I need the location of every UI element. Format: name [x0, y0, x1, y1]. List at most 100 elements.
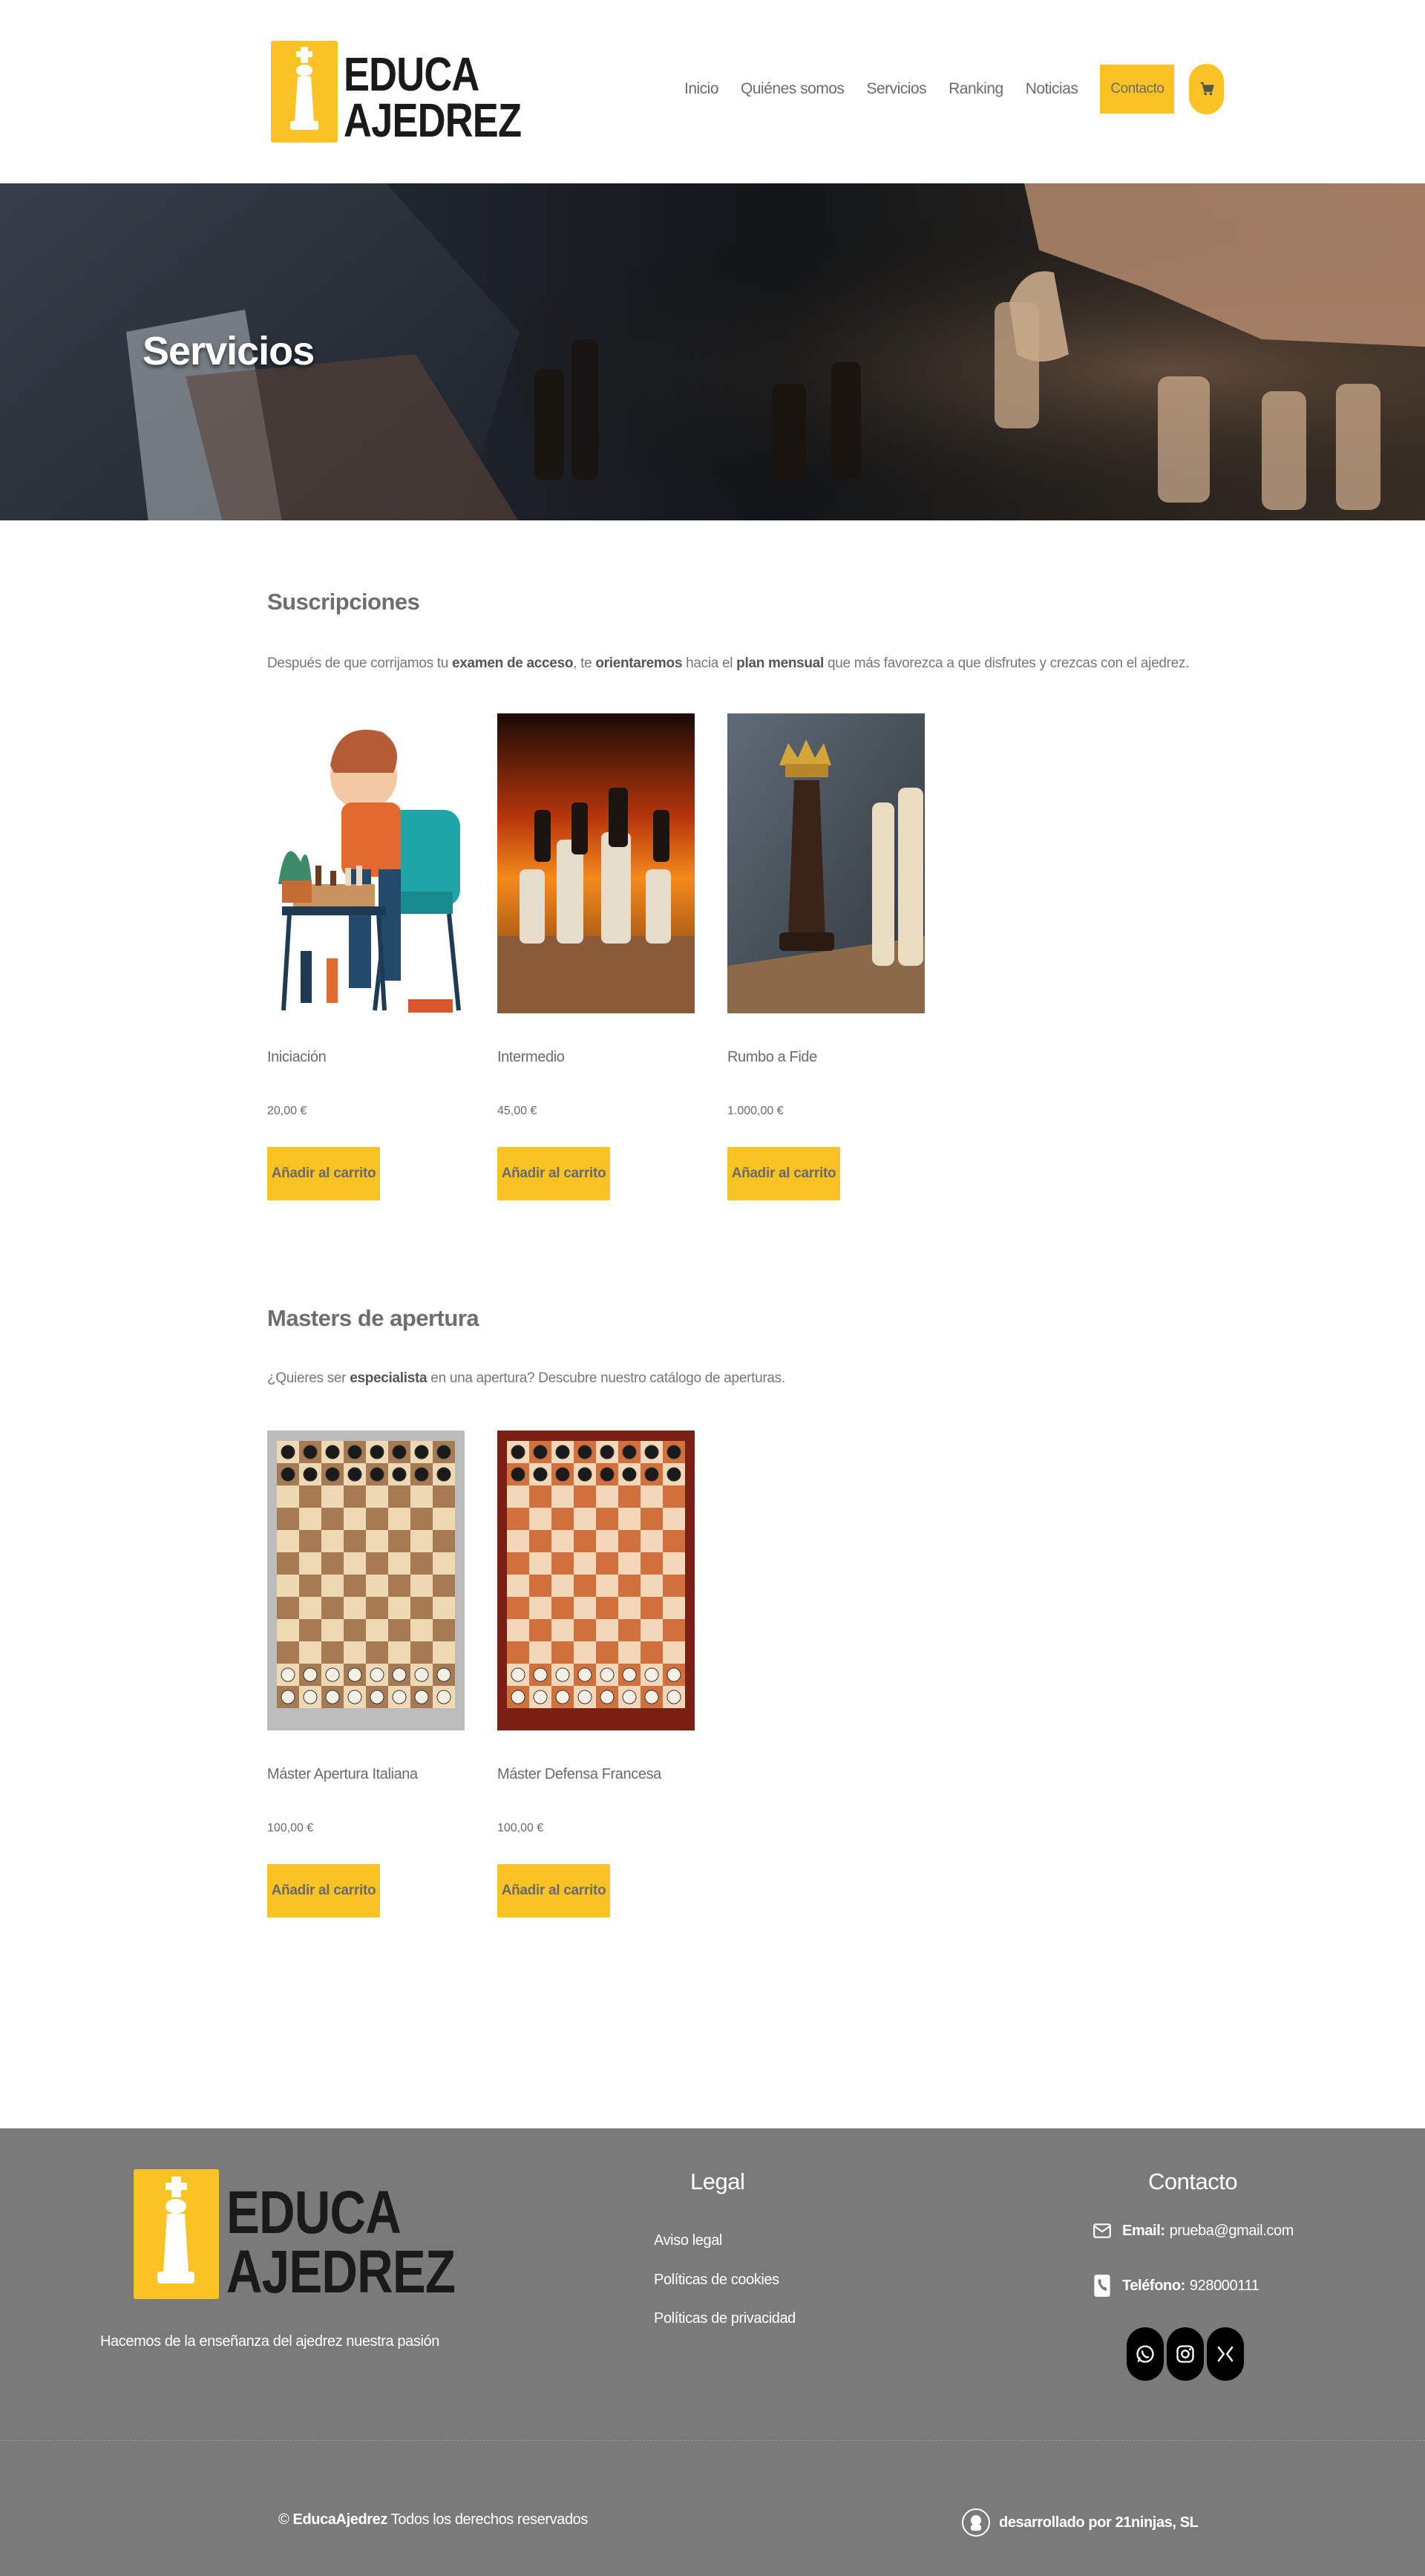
- footer-logo[interactable]: EDUCA AJEDREZ: [134, 2169, 456, 2306]
- board-square: [551, 1508, 574, 1530]
- add-to-cart-button[interactable]: Añadir al carrito: [497, 1147, 610, 1200]
- board-square: [410, 1530, 433, 1552]
- board-square: [299, 1619, 321, 1641]
- legal-link-cookies[interactable]: Políticas de cookies: [654, 2272, 779, 2289]
- board-square: [507, 1530, 529, 1552]
- legal-link-privacy[interactable]: Políticas de privacidad: [654, 2310, 796, 2327]
- nav-servicios[interactable]: Servicios: [866, 80, 926, 98]
- board-square: [299, 1597, 321, 1619]
- nav-noticias[interactable]: Noticias: [1026, 80, 1078, 98]
- chess-piece: [666, 1467, 681, 1482]
- product-price: 20,00 €: [267, 1105, 307, 1117]
- board-square: [663, 1552, 685, 1575]
- board-square: [574, 1619, 596, 1641]
- product-name[interactable]: Rumbo a Fide: [727, 1049, 817, 1066]
- board-square: [641, 1530, 663, 1552]
- contact-email[interactable]: Email: prueba@gmail.com: [1092, 2221, 1294, 2240]
- chess-piece: [555, 1667, 570, 1682]
- chess-piece: [303, 1445, 318, 1459]
- cart-button[interactable]: [1189, 64, 1225, 114]
- board-square: [618, 1619, 641, 1641]
- board-square: [529, 1597, 551, 1619]
- add-to-cart-button[interactable]: Añadir al carrito: [267, 1864, 380, 1918]
- board-square: [596, 1575, 618, 1597]
- developer-credit[interactable]: desarrollado por 21ninjas, SL: [962, 2508, 1199, 2537]
- board-square: [321, 1552, 344, 1575]
- board-square: [663, 1619, 685, 1641]
- hero-banner: Servicios: [0, 183, 1425, 523]
- legal-link-aviso[interactable]: Aviso legal: [654, 2232, 722, 2249]
- board-square: [529, 1552, 551, 1575]
- add-to-cart-button[interactable]: Añadir al carrito: [497, 1864, 610, 1918]
- board-square: [299, 1575, 321, 1597]
- product-image[interactable]: [497, 713, 695, 1013]
- whatsapp-button[interactable]: [1127, 2327, 1164, 2381]
- copyright: © EducaAjedrez Todos los derechos reserv…: [278, 2511, 588, 2528]
- board-square: [507, 1552, 529, 1575]
- king-icon: [157, 2177, 194, 2284]
- nav-ranking[interactable]: Ranking: [949, 80, 1003, 98]
- chess-piece: [436, 1690, 451, 1704]
- board-square: [344, 1619, 366, 1641]
- instagram-icon: [1176, 2345, 1194, 2363]
- chess-piece: [666, 1667, 681, 1682]
- chess-piece: [600, 1690, 615, 1704]
- chess-piece: [325, 1667, 340, 1682]
- board-square: [410, 1552, 433, 1575]
- product-card: Máster Apertura Italiana 100,00 € Añadir…: [267, 1431, 465, 1918]
- product-image[interactable]: [497, 1431, 695, 1730]
- board-square: [277, 1485, 299, 1508]
- board-square: [344, 1508, 366, 1530]
- chess-piece: [533, 1690, 548, 1704]
- desc-bold: plan mensual: [736, 656, 824, 671]
- x-button[interactable]: [1207, 2327, 1244, 2381]
- chess-piece: [644, 1445, 659, 1459]
- board-square: [277, 1575, 299, 1597]
- chess-piece: [622, 1445, 637, 1459]
- board-square: [618, 1552, 641, 1575]
- product-image[interactable]: [267, 1431, 465, 1730]
- nav-contact-button[interactable]: Contacto: [1100, 65, 1175, 114]
- nav-inicio[interactable]: Inicio: [684, 80, 719, 98]
- chess-piece: [436, 1445, 451, 1459]
- board-square: [277, 1619, 299, 1641]
- phone-icon: [1094, 2275, 1110, 2297]
- contact-phone[interactable]: Teléfono: 928000111: [1092, 2273, 1259, 2298]
- desc-text: Después de que corrijamos tu: [267, 656, 452, 671]
- desc-text: en una apertura? Descubre nuestro catálo…: [427, 1370, 785, 1386]
- main-nav: Inicio Quiénes somos Servicios Ranking N…: [684, 63, 1225, 115]
- board-square: [299, 1552, 321, 1575]
- chess-piece: [347, 1467, 362, 1482]
- phone-value: 928000111: [1189, 2277, 1259, 2294]
- chess-piece: [392, 1690, 407, 1704]
- chess-piece: [436, 1467, 451, 1482]
- legal-title: Legal: [690, 2168, 745, 2194]
- board-square: [507, 1508, 529, 1530]
- chess-piece: [511, 1690, 525, 1704]
- product-name[interactable]: Máster Apertura Italiana: [267, 1766, 418, 1783]
- chess-piece: [533, 1467, 548, 1482]
- board-square: [366, 1597, 388, 1619]
- product-name[interactable]: Intermedio: [497, 1049, 565, 1066]
- desc-bold: examen de acceso: [452, 656, 574, 671]
- product-name[interactable]: Iniciación: [267, 1049, 327, 1066]
- board-square: [641, 1552, 663, 1575]
- board-square: [596, 1485, 618, 1508]
- board-square: [299, 1508, 321, 1530]
- add-to-cart-button[interactable]: Añadir al carrito: [267, 1147, 380, 1200]
- nav-quienes-somos[interactable]: Quiénes somos: [741, 80, 845, 98]
- product-name[interactable]: Máster Defensa Francesa: [497, 1766, 661, 1783]
- fire-chess-photo: [497, 713, 695, 1013]
- add-to-cart-button[interactable]: Añadir al carrito: [727, 1147, 840, 1200]
- board-square: [596, 1597, 618, 1619]
- king-crown-photo: [727, 713, 925, 1013]
- board-square: [366, 1530, 388, 1552]
- product-image[interactable]: [727, 713, 925, 1013]
- product-image[interactable]: [267, 713, 465, 1013]
- logo-text-ajedrez: AJEDREZ: [344, 94, 522, 147]
- chess-piece: [644, 1667, 659, 1682]
- chess-piece: [622, 1667, 637, 1682]
- board-square: [641, 1597, 663, 1619]
- logo[interactable]: EDUCA AJEDREZ: [271, 41, 522, 147]
- instagram-button[interactable]: [1167, 2327, 1204, 2381]
